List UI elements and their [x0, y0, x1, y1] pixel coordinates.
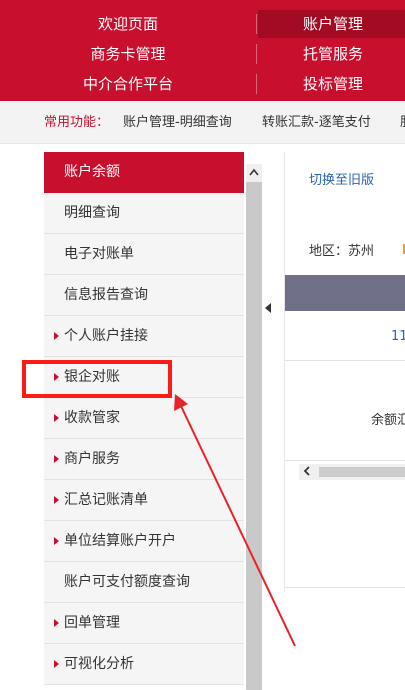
sidebar-item-label: 电子对账单 [64, 246, 134, 262]
nav-item-custody-service[interactable]: 托管服务 [258, 40, 405, 68]
nav-divider [256, 44, 257, 64]
scroll-left-button[interactable] [299, 464, 315, 480]
chevron-up-icon [249, 168, 259, 176]
sidebar-item-info-report[interactable]: 信息报告查询 [44, 275, 244, 316]
sidebar-item-label: 明细查询 [64, 205, 120, 221]
sidebar-item-label: 收款管家 [64, 410, 120, 426]
sidebar-item-label: 回单管理 [64, 615, 120, 631]
common-link-account-detail[interactable]: 账户管理-明细查询 [123, 113, 232, 133]
triangle-left-icon [265, 303, 271, 313]
expand-arrow-icon [54, 332, 59, 340]
sidebar-item-visual-analysis[interactable]: 可视化分析 [44, 644, 244, 685]
sidebar-item-personal-account-link[interactable]: 个人账户挂接 [44, 316, 244, 357]
scrollbar-thumb[interactable] [319, 467, 405, 477]
expand-arrow-icon [54, 455, 59, 463]
expand-arrow-icon [54, 496, 59, 504]
common-link-transfer-payment[interactable]: 转账汇款-逐笔支付 [262, 113, 371, 133]
sidebar-item-label: 商户服务 [64, 451, 120, 467]
common-link-overflow[interactable]: 服 [400, 113, 405, 133]
sidebar-item-label: 个人账户挂接 [64, 328, 148, 344]
main-content-panel: 切换至旧版 地区：苏州 11 余额汇 [284, 152, 405, 592]
annotation-highlight-box [22, 360, 172, 398]
collapse-sidebar-handle[interactable] [264, 300, 272, 316]
horizontal-scrollbar[interactable] [299, 464, 405, 480]
region-label: 地区：苏州 [309, 244, 375, 259]
nav-item-account-management[interactable]: 账户管理 [258, 10, 405, 38]
sidebar-item-payable-limit-query[interactable]: 账户可支付额度查询 [44, 562, 244, 603]
sidebar-item-settlement-account-opening[interactable]: 单位结算账户开户 [44, 521, 244, 562]
balance-summary-label: 余额汇 [371, 413, 405, 428]
nav-item-welcome[interactable]: 欢迎页面 [0, 10, 256, 38]
row-divider [285, 460, 405, 461]
nav-divider [256, 74, 257, 94]
sidebar-item-e-statement[interactable]: 电子对账单 [44, 234, 244, 275]
nav-divider [256, 14, 257, 34]
nav-item-agency-platform[interactable]: 中介合作平台 [0, 70, 256, 98]
row-divider [285, 360, 405, 361]
sidebar-item-label: 账户余额 [64, 164, 120, 180]
sidebar-item-label: 汇总记账清单 [64, 492, 148, 508]
nav-row: 欢迎页面 账户管理 [0, 10, 405, 38]
sidebar-item-account-balance[interactable]: 账户余额 [44, 152, 244, 193]
table-header [285, 275, 405, 311]
sidebar-item-receipt-management[interactable]: 回单管理 [44, 603, 244, 644]
sidebar-item-label: 可视化分析 [64, 656, 134, 672]
sidebar-item-label: 信息报告查询 [64, 287, 148, 303]
sidebar-menu: 账户余额 明细查询 电子对账单 信息报告查询 个人账户挂接 银企对账 收款管家 … [44, 152, 244, 685]
sidebar-item-detail-query[interactable]: 明细查询 [44, 193, 244, 234]
sidebar-item-collection-manager[interactable]: 收款管家 [44, 398, 244, 439]
common-functions-label: 常用功能： [44, 115, 110, 130]
sidebar-item-merchant-service[interactable]: 商户服务 [44, 439, 244, 480]
panel-bottom-border [285, 587, 405, 588]
scroll-up-button[interactable] [246, 164, 262, 182]
sidebar-item-summary-ledger[interactable]: 汇总记账清单 [44, 480, 244, 521]
sidebar-scrollbar[interactable] [246, 166, 262, 690]
expand-arrow-icon [54, 414, 59, 422]
chevron-left-icon [303, 466, 310, 476]
nav-row: 商务卡管理 托管服务 [0, 40, 405, 68]
common-functions-bar: 常用功能： 账户管理-明细查询 转账汇款-逐笔支付 服 [0, 101, 405, 144]
account-number-link[interactable]: 11 [391, 329, 405, 344]
top-navigation: 欢迎页面 账户管理 商务卡管理 托管服务 中介合作平台 投标管理 [0, 0, 405, 101]
nav-item-bid-management[interactable]: 投标管理 [258, 70, 405, 98]
expand-arrow-icon [54, 660, 59, 668]
sidebar-item-label: 账户可支付额度查询 [64, 574, 190, 590]
nav-row: 中介合作平台 投标管理 [0, 70, 405, 98]
expand-arrow-icon [54, 619, 59, 627]
switch-old-version-link[interactable]: 切换至旧版 [309, 169, 374, 188]
expand-arrow-icon [54, 537, 59, 545]
sidebar-item-label: 单位结算账户开户 [64, 533, 176, 549]
nav-item-business-card[interactable]: 商务卡管理 [0, 40, 256, 68]
